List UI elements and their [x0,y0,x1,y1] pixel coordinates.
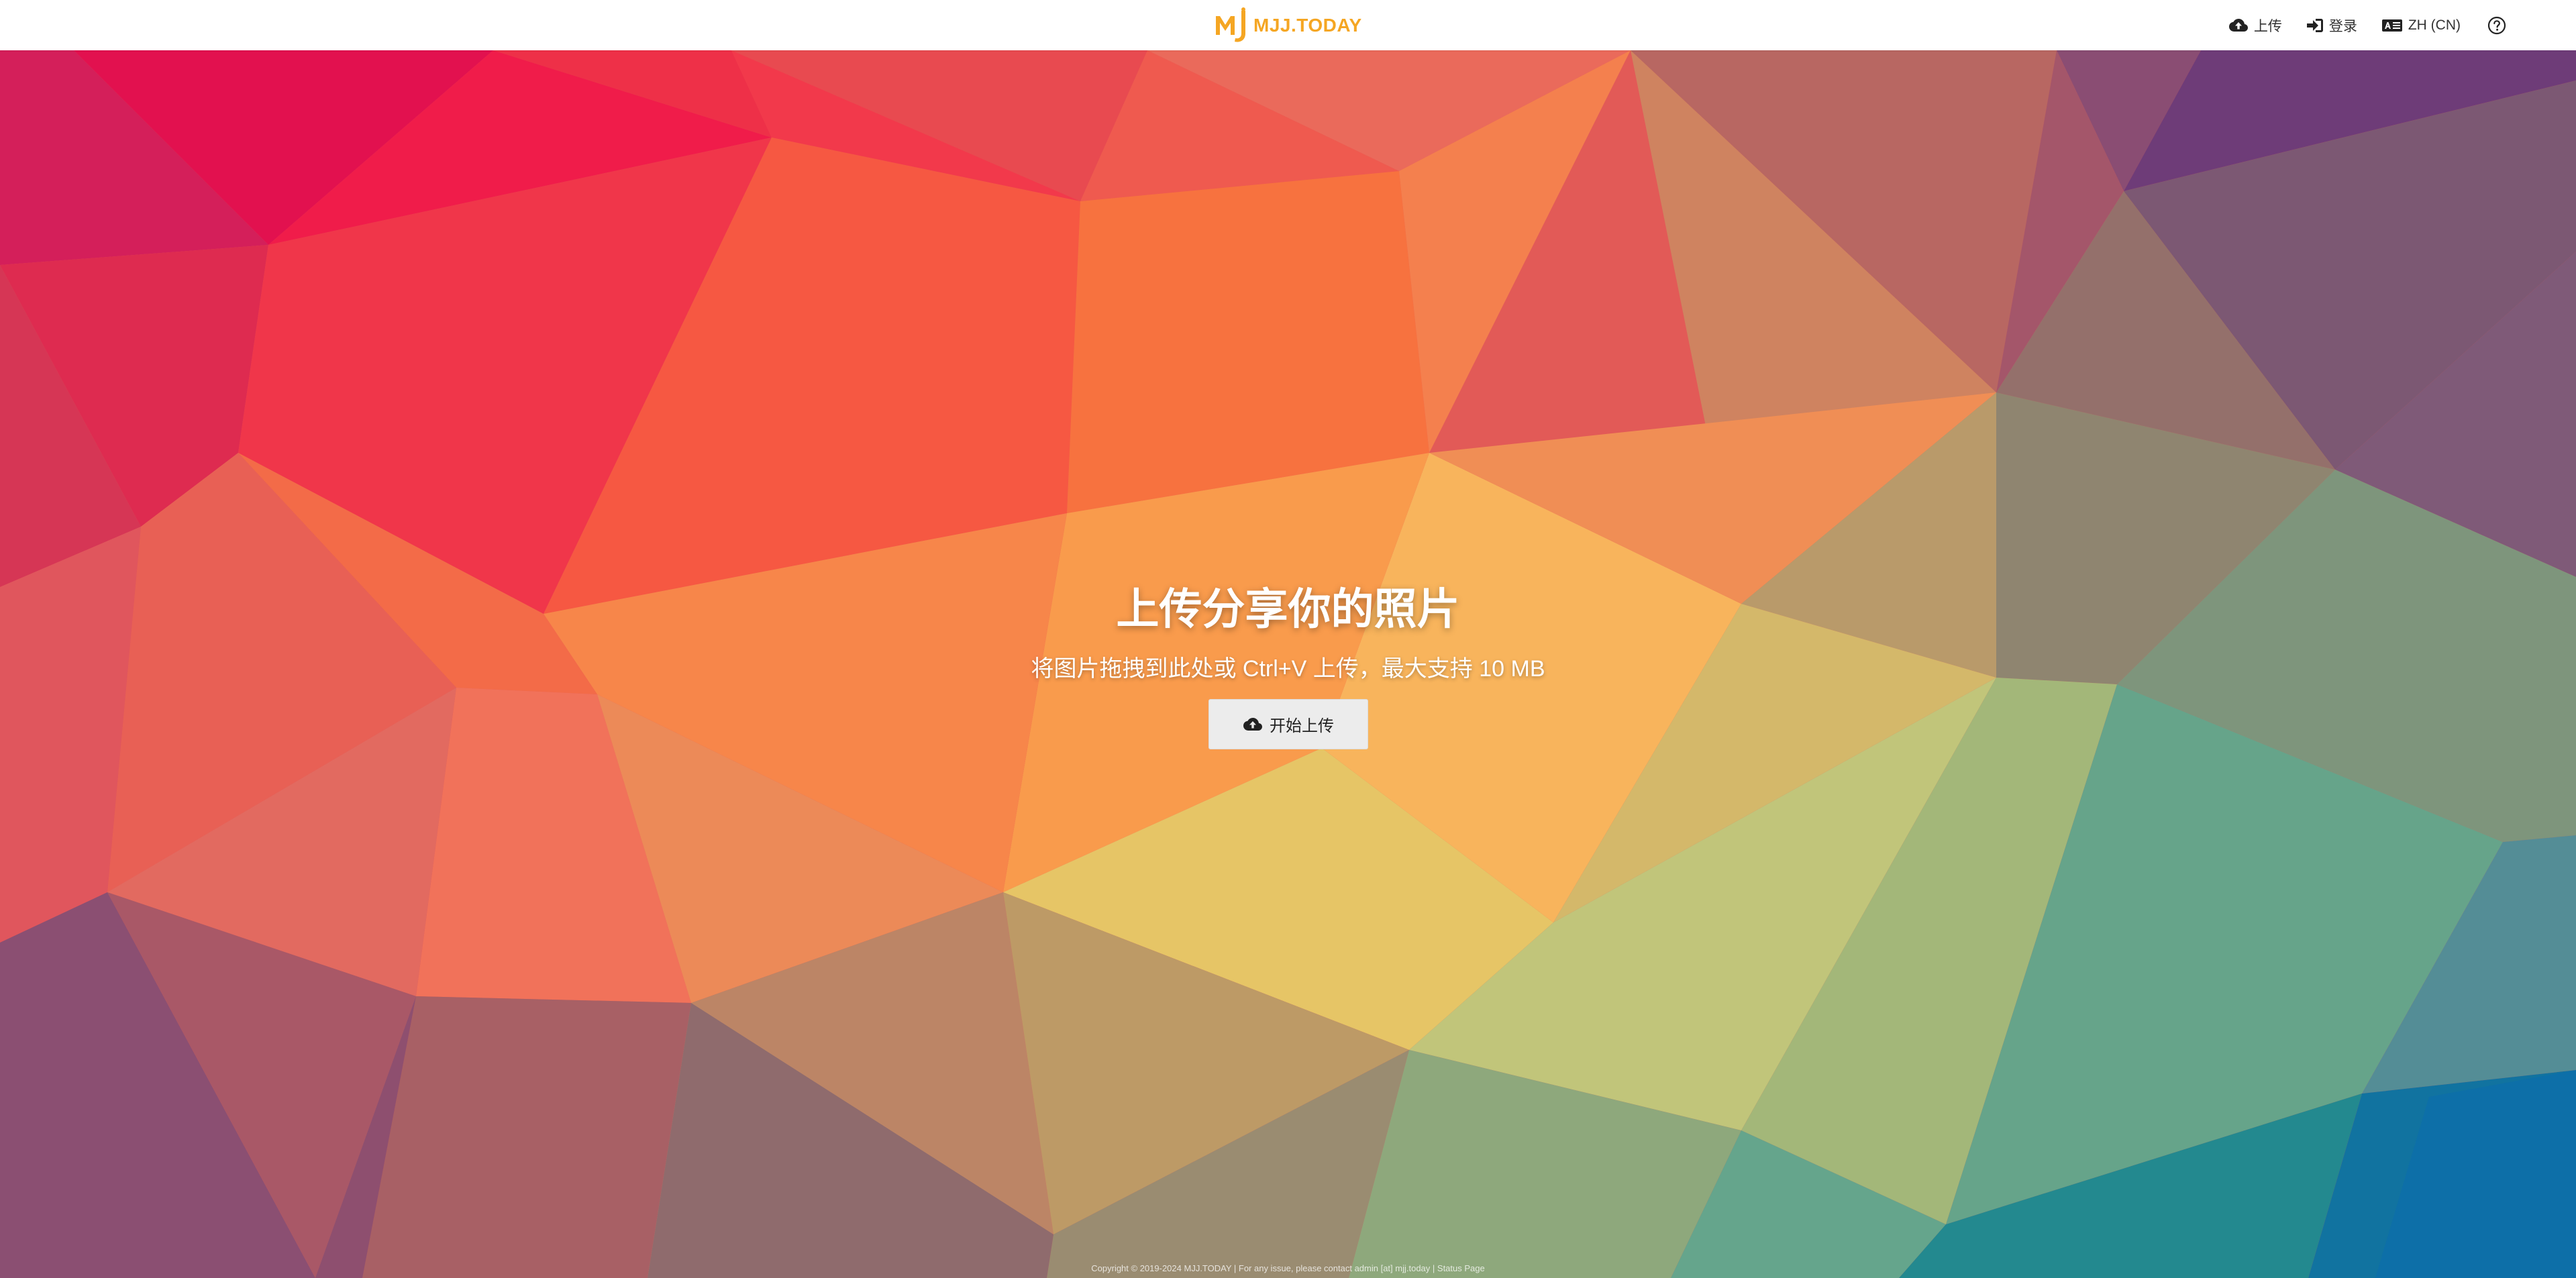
hero-section: 上传分享你的照片 将图片拖拽到此处或 Ctrl+V 上传，最大支持 10 MB … [0,50,2576,1278]
language-selector[interactable]: ZH (CN) [2381,17,2461,34]
login-nav-label: 登录 [2328,18,2357,34]
upload-nav-button[interactable]: 上传 [2228,15,2282,36]
footer-text[interactable]: Copyright © 2019-2024 MJJ.TODAY | For an… [1091,1263,1484,1273]
question-circle-icon [2487,16,2506,35]
language-icon [2381,19,2403,32]
cloud-upload-icon [1243,717,1263,732]
cloud-upload-icon [2228,18,2249,33]
site-logo[interactable]: MJJ.TODAY [1213,5,1362,46]
login-nav-button[interactable]: 登录 [2306,15,2357,36]
start-upload-button[interactable]: 开始上传 [1208,699,1368,749]
start-upload-label: 开始上传 [1270,717,1334,735]
logo-text: MJJ.TODAY [1253,15,1362,36]
footer: Copyright © 2019-2024 MJJ.TODAY | For an… [0,1263,2576,1273]
language-label: ZH (CN) [2408,17,2461,33]
hero-title: 上传分享你的照片 [1116,585,1460,633]
help-button[interactable] [2487,16,2512,35]
upload-nav-label: 上传 [2253,18,2282,34]
top-navbar: MJJ.TODAY 上传 登录 ZH (CN) [0,0,2576,50]
top-nav: 上传 登录 ZH (CN) [2204,0,2512,50]
sign-in-icon [2306,17,2324,34]
hero-subtitle: 将图片拖拽到此处或 Ctrl+V 上传，最大支持 10 MB [1031,656,1545,682]
mj-logo-icon [1216,7,1245,42]
